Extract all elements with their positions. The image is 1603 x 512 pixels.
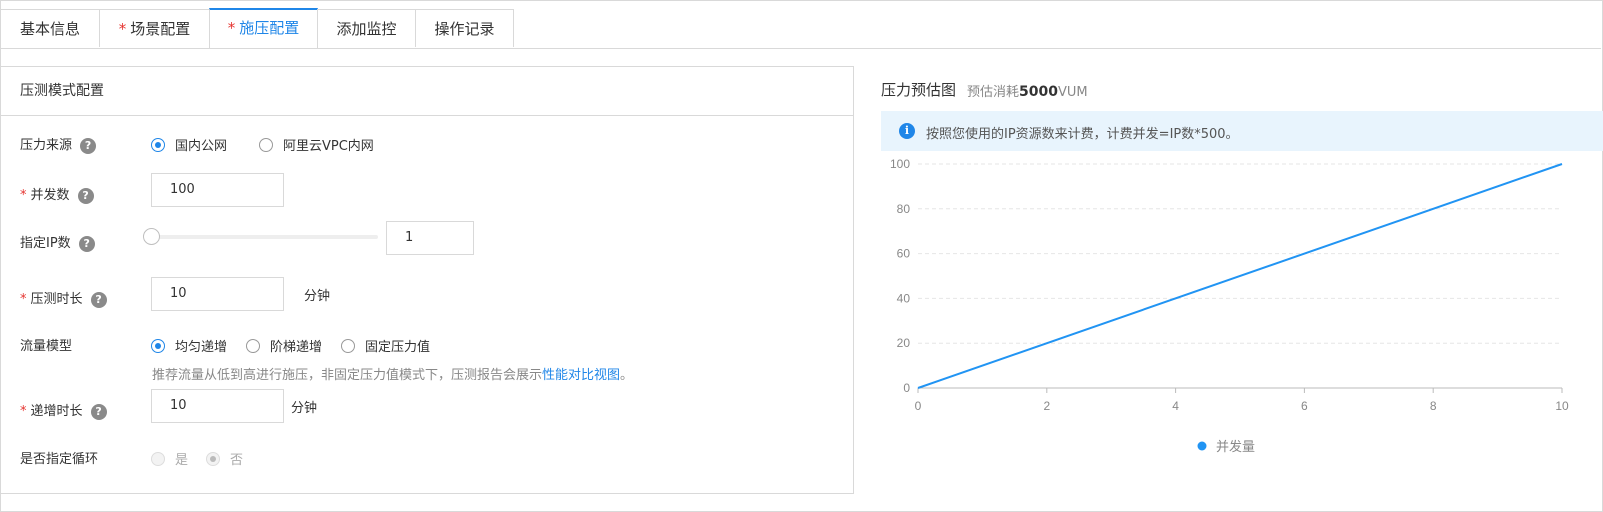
concurrency-label: * 并发数? [20, 184, 94, 204]
x-tick-label: 10 [1555, 399, 1569, 413]
x-tick-label: 4 [1172, 399, 1179, 413]
required-mark: * [227, 19, 236, 37]
performance-compare-link[interactable]: 性能对比视图 [542, 368, 620, 383]
cost-prefix: 预估消耗 [967, 85, 1020, 100]
series-line [917, 163, 1563, 389]
loop-label: 是否指定循环 [20, 448, 98, 467]
y-tick-label: 80 [897, 202, 911, 216]
required-mark: * [118, 20, 127, 38]
label-text: 流量模型 [20, 339, 73, 354]
ip-count-input[interactable]: 1 [386, 221, 474, 255]
pressure-mode-panel: 压测模式配置 [1, 66, 854, 494]
y-tick-label: 20 [897, 336, 911, 350]
ip-count-slider-track[interactable] [152, 235, 378, 239]
radio-dot [206, 451, 220, 466]
duration-input[interactable]: 10 [151, 277, 284, 311]
help-icon[interactable]: ? [78, 235, 95, 252]
radio-aliyun-vpc[interactable]: 阿里云VPC内网 [259, 135, 374, 154]
radio-fixed-pressure[interactable]: 固定压力值 [341, 336, 430, 355]
radio-label: 均匀递增 [175, 340, 228, 355]
tab-basic-info[interactable]: 基本信息 [0, 9, 100, 47]
x-tick-label: 0 [915, 399, 922, 413]
radio-loop-no: 否 [206, 449, 243, 468]
radio-uniform-increase[interactable]: 均匀递增 [151, 336, 227, 355]
x-tick-label: 6 [1301, 399, 1308, 413]
radio-dot [259, 137, 273, 152]
cost-value: 5000 [1019, 84, 1058, 100]
traffic-model-hint: 推荐流量从低到高进行施压，非固定压力值模式下，压测报告会展示性能对比视图。 [152, 364, 633, 383]
help-icon[interactable]: ? [90, 291, 107, 308]
chart-cost: 预估消耗5000VUM [967, 81, 1088, 100]
help-icon[interactable]: ? [77, 187, 94, 204]
ramp-duration-unit: 分钟 [291, 401, 318, 416]
help-icon[interactable]: ? [80, 137, 97, 154]
duration-label: * 压测时长? [20, 288, 107, 308]
label-text: 递增时长 [30, 404, 83, 419]
radio-dot [151, 451, 165, 466]
radio-label: 阶梯递增 [270, 340, 323, 355]
y-tick-label: 40 [897, 291, 911, 305]
concurrency-input[interactable]: 100 [151, 173, 284, 207]
radio-dot [151, 338, 165, 353]
duration-unit: 分钟 [304, 289, 331, 304]
tab-scene-config[interactable]: * 场景配置 [99, 9, 210, 47]
billing-notice: i 按照您使用的IP资源数来计费，计费并发=IP数*500。 [881, 111, 1603, 151]
radio-label: 固定压力值 [365, 340, 431, 355]
label-text: 指定IP数 [20, 236, 71, 251]
y-tick-label: 60 [897, 247, 911, 261]
tab-operation-log[interactable]: 操作记录 [415, 9, 514, 47]
y-tick-label: 100 [890, 157, 910, 171]
radio-label: 否 [230, 453, 244, 468]
info-icon: i [899, 123, 915, 139]
traffic-model-label: 流量模型 [20, 335, 72, 354]
label-text: 压力来源 [20, 138, 73, 153]
pressure-source-label: 压力来源? [20, 134, 97, 154]
chart-title: 压力预估图 [881, 81, 957, 99]
hint-text: 推荐流量从低到高进行施压，非固定压力值模式下，压测报告会展示 [152, 368, 543, 383]
radio-dot [151, 137, 165, 152]
ramp-duration-input[interactable]: 10 [151, 389, 284, 423]
label-text: 压测时长 [30, 292, 83, 307]
hint-suffix: 。 [620, 368, 634, 383]
required-mark: * [20, 188, 27, 203]
radio-domestic-public[interactable]: 国内公网 [151, 135, 227, 154]
radio-step-increase[interactable]: 阶梯递增 [246, 336, 322, 355]
panel-title: 压测模式配置 [1, 67, 853, 116]
radio-label: 是 [175, 453, 189, 468]
ip-count-slider-handle[interactable] [143, 228, 160, 245]
tab-label: 操作记录 [434, 20, 495, 38]
notice-text: 按照您使用的IP资源数来计费，计费并发=IP数*500。 [926, 127, 1239, 142]
radio-dot [341, 338, 355, 353]
tab-label: 施压配置 [239, 19, 300, 37]
legend-marker [1197, 441, 1207, 451]
radio-loop-yes: 是 [151, 449, 188, 468]
tab-pressure-config[interactable]: * 施压配置 [209, 8, 318, 48]
radio-label: 阿里云VPC内网 [283, 139, 374, 154]
label-text: 并发数 [30, 188, 70, 203]
tab-label: 基本信息 [19, 20, 80, 38]
y-tick-label: 0 [903, 381, 910, 395]
ramp-duration-label: * 递增时长? [20, 400, 107, 420]
x-tick-label: 8 [1430, 399, 1437, 413]
tab-bar: 基本信息 * 场景配置 * 施压配置 添加监控 操作记录 [0, 0, 1601, 49]
ip-count-label: 指定IP数? [20, 232, 95, 252]
pressure-estimate-chart: 0 20 40 60 80 100 0 2 4 6 8 10 并发量 [890, 157, 1569, 455]
tab-label: 添加监控 [336, 20, 397, 38]
tab-add-monitor[interactable]: 添加监控 [317, 9, 416, 47]
x-tick-label: 2 [1043, 399, 1050, 413]
tab-label: 场景配置 [130, 20, 191, 38]
cost-unit: VUM [1057, 85, 1088, 100]
label-text: 是否指定循环 [20, 452, 99, 467]
required-mark: * [20, 404, 27, 419]
legend-label: 并发量 [1216, 439, 1255, 455]
radio-dot [246, 338, 260, 353]
radio-label: 国内公网 [175, 139, 228, 154]
required-mark: * [20, 292, 27, 307]
help-icon[interactable]: ? [90, 403, 107, 420]
